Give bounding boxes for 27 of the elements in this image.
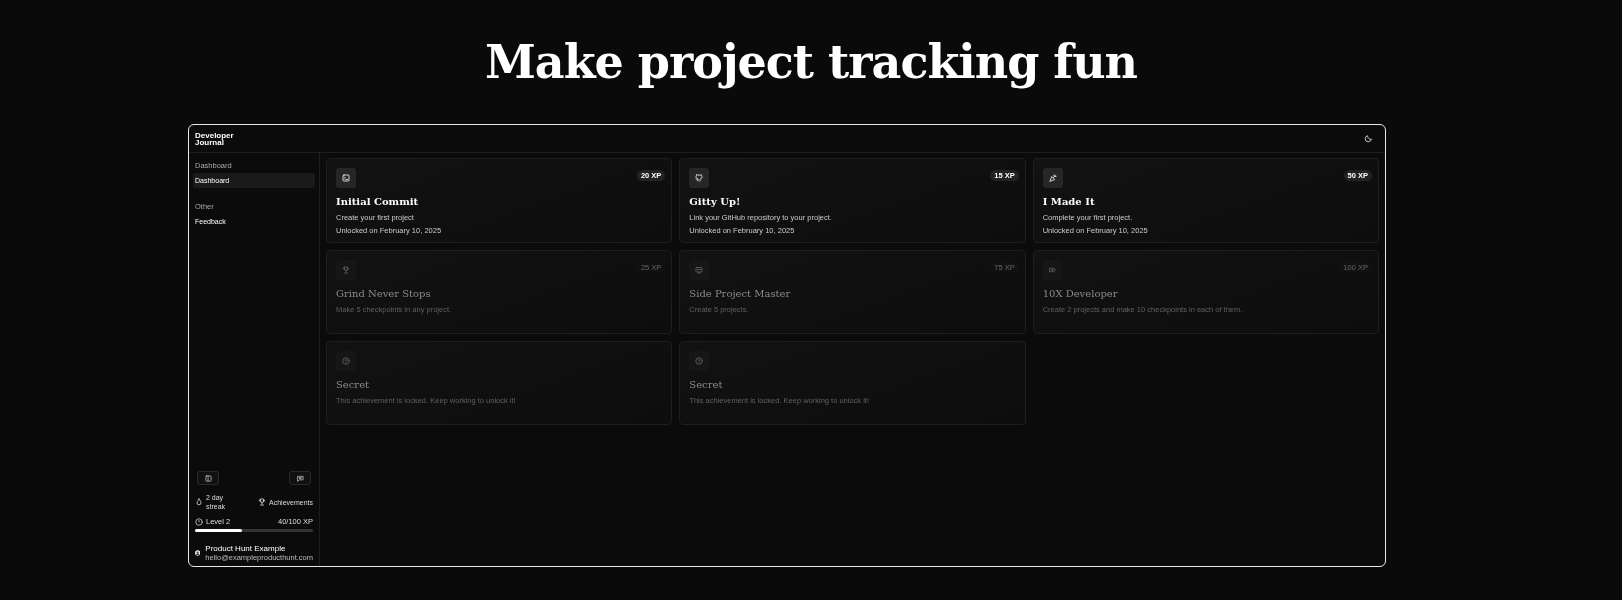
achievement-title: Initial Commit [336,196,420,207]
achievement-title: Grind Never Stops [336,288,432,299]
achievement-title: Secret [336,379,371,390]
logo-text: Developer [195,131,234,139]
achievement-title: 10X Developer [1042,288,1119,299]
achievement-title: I Made It [1042,196,1096,207]
trophy-icon [342,266,350,274]
question-circle-icon [695,357,704,365]
page-headline: Make project tracking fun [484,35,1138,89]
feedback-button[interactable] [289,471,311,485]
sidebar-toggle-button[interactable] [197,471,219,485]
trophy-icon [258,498,267,506]
avatar [195,547,201,559]
flame-icon [195,498,203,506]
question-circle-icon [342,357,350,365]
moon-icon[interactable] [1364,134,1373,143]
fast-forward-icon [1048,266,1057,274]
monitor-icon [695,266,704,274]
message-icon [296,474,304,482]
info-circle-icon [195,517,203,526]
user-name: Product Hunt Example [205,544,287,553]
achievement-title: Secret [689,379,724,390]
achievement-title: Gitty Up! [689,196,742,207]
party-popper-icon [1048,174,1057,182]
achievement-title: Side Project Master [689,288,792,299]
terminal-icon [342,174,350,182]
panel-icon [204,474,212,482]
